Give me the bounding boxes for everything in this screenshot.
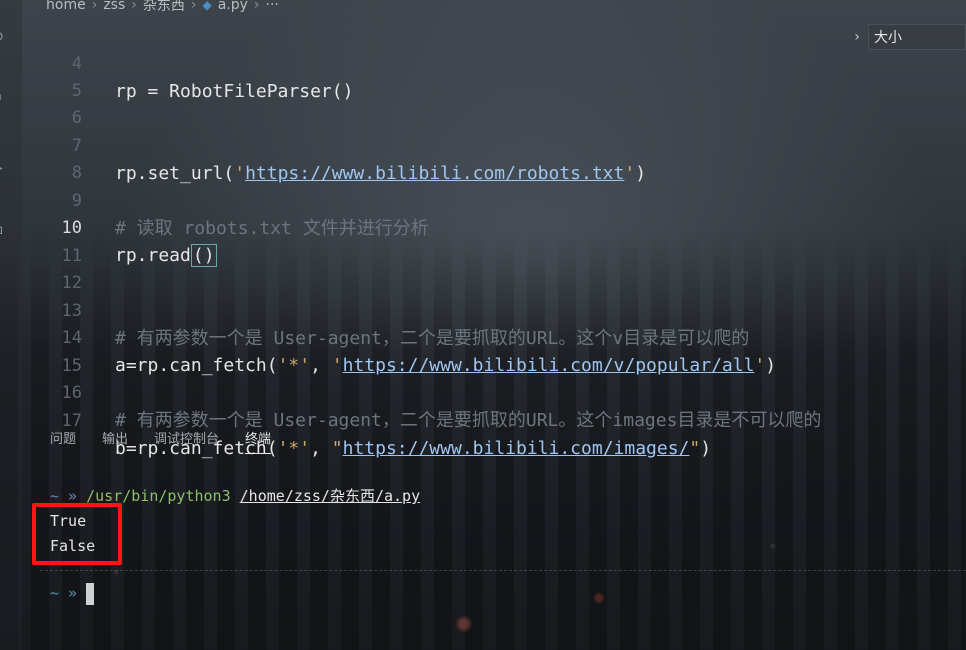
code-line: 13 # 有两参数一个是 User-agent，二个是要抓取的URL。这个v目录… bbox=[0, 271, 750, 349]
code-text: rp.read() bbox=[115, 242, 217, 269]
breadcrumb: home › zss › 杂东西 › ◆ a.py › ··· bbox=[46, 0, 279, 14]
quote: ' bbox=[754, 355, 766, 376]
breadcrumb-more[interactable]: ··· bbox=[266, 0, 279, 13]
panel-tabs: 问题 输出 调试控制台 终端 bbox=[50, 428, 272, 454]
code-line: 5 bbox=[0, 51, 82, 101]
code-url[interactable]: https://www.bilibili.com/v/popular/all bbox=[343, 355, 755, 376]
divider bbox=[40, 570, 966, 571]
code-string: '*' bbox=[277, 355, 311, 376]
terminal-input-line[interactable]: ~ » bbox=[50, 581, 420, 606]
code-text: rp.set_url('https://www.bilibili.com/rob… bbox=[115, 160, 646, 187]
quote: ' bbox=[624, 163, 636, 184]
code-line: 8 bbox=[0, 133, 82, 183]
quote: " bbox=[331, 438, 343, 459]
terminal-argument[interactable]: /home/zss/杂东西/a.py bbox=[240, 487, 420, 505]
code-line: 4 rp = RobotFileParser() bbox=[0, 24, 354, 102]
code-text: a=rp.can_fetch('*', 'https://www.bilibil… bbox=[115, 352, 776, 379]
code-token: ) bbox=[765, 355, 777, 376]
code-token: rp.read bbox=[115, 245, 191, 266]
quote: ' bbox=[234, 163, 246, 184]
breadcrumb-zss[interactable]: zss bbox=[103, 0, 125, 13]
code-line: 9 # 读取 robots.txt 文件并进行分析 bbox=[0, 161, 429, 239]
chevron-right-icon: › bbox=[91, 0, 98, 13]
code-line: 11 bbox=[0, 216, 82, 266]
code-token: rp.set_url( bbox=[115, 163, 235, 184]
code-line: 17 b=rp.can_fetch('*', "https://www.bili… bbox=[0, 381, 712, 459]
code-url[interactable]: https://www.bilibili.com/robots.txt bbox=[245, 163, 624, 184]
tab-terminal[interactable]: 终端 bbox=[245, 428, 272, 454]
code-token: , bbox=[310, 355, 332, 376]
chevron-right-icon: › bbox=[131, 0, 137, 13]
tab-output[interactable]: 输出 bbox=[102, 428, 128, 454]
red-highlight-box bbox=[32, 503, 122, 565]
chevron-right-icon: › bbox=[190, 0, 197, 13]
code-line: 7 rp.set_url('https://www.bilibili.com/r… bbox=[0, 106, 646, 184]
find-input[interactable]: 大小 bbox=[868, 24, 966, 50]
code-comment: # 读取 robots.txt 文件并进行分析 bbox=[115, 218, 429, 239]
code-line: 14 a=rp.can_fetch('*', 'https://www.bili… bbox=[0, 298, 777, 376]
code-line: 12 bbox=[0, 243, 82, 293]
code-line-active: 10 rp.read() bbox=[0, 188, 217, 267]
code-text: rp = RobotFileParser() bbox=[115, 81, 354, 102]
chevron-right-icon[interactable]: › bbox=[846, 29, 868, 45]
chevron-right-icon: › bbox=[253, 0, 260, 13]
code-url[interactable]: https://www.bilibili.com/images/ bbox=[343, 438, 690, 459]
breadcrumb-home[interactable]: home bbox=[46, 0, 86, 13]
find-widget: › 大小 bbox=[846, 22, 966, 52]
breadcrumb-file[interactable]: a.py bbox=[218, 0, 248, 13]
tab-debug-console[interactable]: 调试控制台 bbox=[154, 428, 219, 454]
code-token: ) bbox=[700, 438, 712, 459]
code-token: ) bbox=[635, 163, 647, 184]
code-line: 15 bbox=[0, 326, 82, 376]
quote: " bbox=[689, 438, 701, 459]
code-line: 16 # 有两参数一个是 User-agent，二个是要抓取的URL。这个ima… bbox=[0, 353, 822, 431]
breadcrumb-folder[interactable]: 杂东西 bbox=[143, 0, 185, 15]
quote: ' bbox=[331, 355, 343, 376]
bracket-match: () bbox=[190, 244, 217, 267]
code-token: , bbox=[310, 438, 332, 459]
python-file-icon: ◆ bbox=[202, 0, 212, 12]
code-comment: # 有两参数一个是 User-agent，二个是要抓取的URL。这个v目录是可以… bbox=[115, 328, 750, 349]
tab-problems[interactable]: 问题 bbox=[50, 428, 76, 454]
code-token: a=rp.can_fetch( bbox=[115, 355, 278, 376]
code-line: 6 bbox=[0, 78, 82, 128]
code-string: '*' bbox=[277, 438, 311, 459]
terminal-cursor bbox=[86, 582, 95, 605]
terminal-prompt: ~ » bbox=[50, 584, 78, 602]
